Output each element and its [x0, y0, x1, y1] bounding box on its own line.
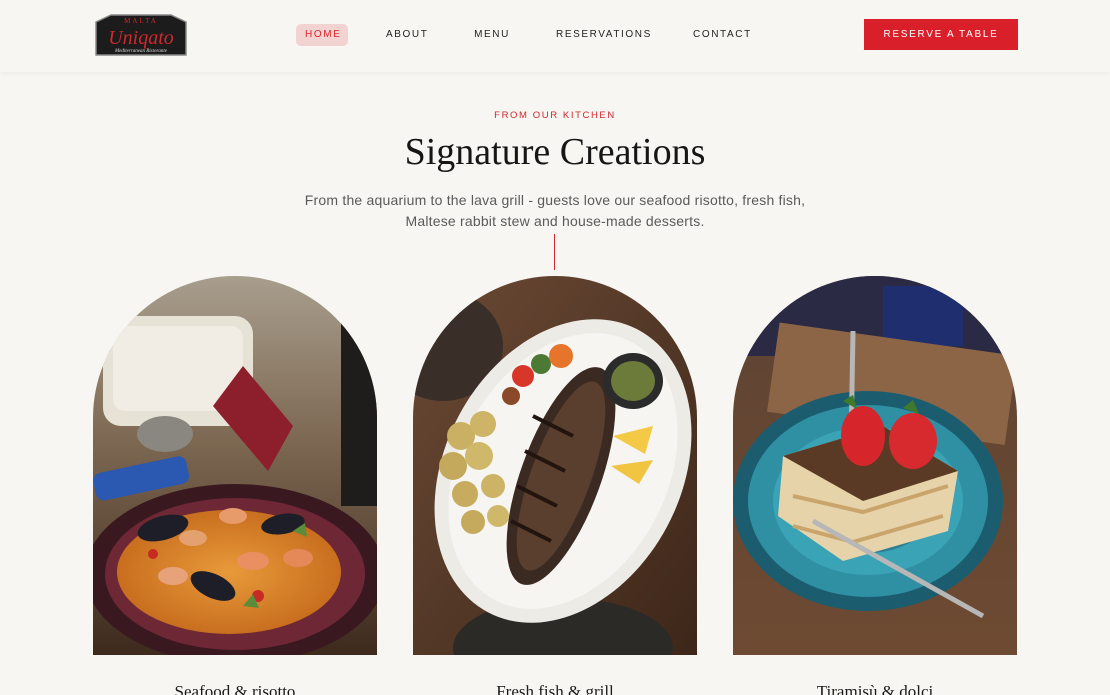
svg-text:Uniqato: Uniqato — [108, 27, 174, 49]
svg-text:Mediterranean Ristorante: Mediterranean Ristorante — [114, 49, 168, 54]
grilled-fish-photo — [413, 276, 697, 655]
site-header: MALTA Uniqato Mediterranean Ristorante H… — [0, 0, 1110, 72]
nav-item-about[interactable]: ABOUT — [386, 24, 428, 46]
nav-item-menu[interactable]: MENU — [474, 24, 510, 46]
dish-card-fish[interactable]: Fresh fish & grill — [413, 276, 697, 695]
section-description: From the aquarium to the lava grill - gu… — [304, 192, 806, 229]
nav-item-home[interactable]: HOME — [296, 24, 348, 46]
section-eyebrow: FROM OUR KITCHEN — [494, 110, 616, 121]
tiramisu-photo — [733, 276, 1017, 655]
dish-caption: Seafood & risotto — [174, 682, 296, 695]
dish-caption: Tiramisù & dolci — [816, 682, 934, 695]
dish-card-tiramisu[interactable]: Tiramisù & dolci — [733, 276, 1017, 695]
svg-text:MALTA: MALTA — [124, 17, 158, 25]
restaurant-logo[interactable]: MALTA Uniqato Mediterranean Ristorante — [93, 12, 189, 59]
dish-caption: Fresh fish & grill — [496, 682, 614, 695]
nav-item-reservations[interactable]: RESERVATIONS — [556, 24, 650, 46]
seafood-risotto-photo — [93, 276, 377, 655]
reserve-table-button[interactable]: RESERVE A TABLE — [864, 19, 1018, 50]
dish-card-seafood[interactable]: Seafood & risotto — [93, 276, 377, 695]
divider-line — [554, 234, 555, 270]
section-title: Signature Creations — [404, 131, 706, 173]
nav-item-contact[interactable]: CONTACT — [693, 24, 751, 46]
